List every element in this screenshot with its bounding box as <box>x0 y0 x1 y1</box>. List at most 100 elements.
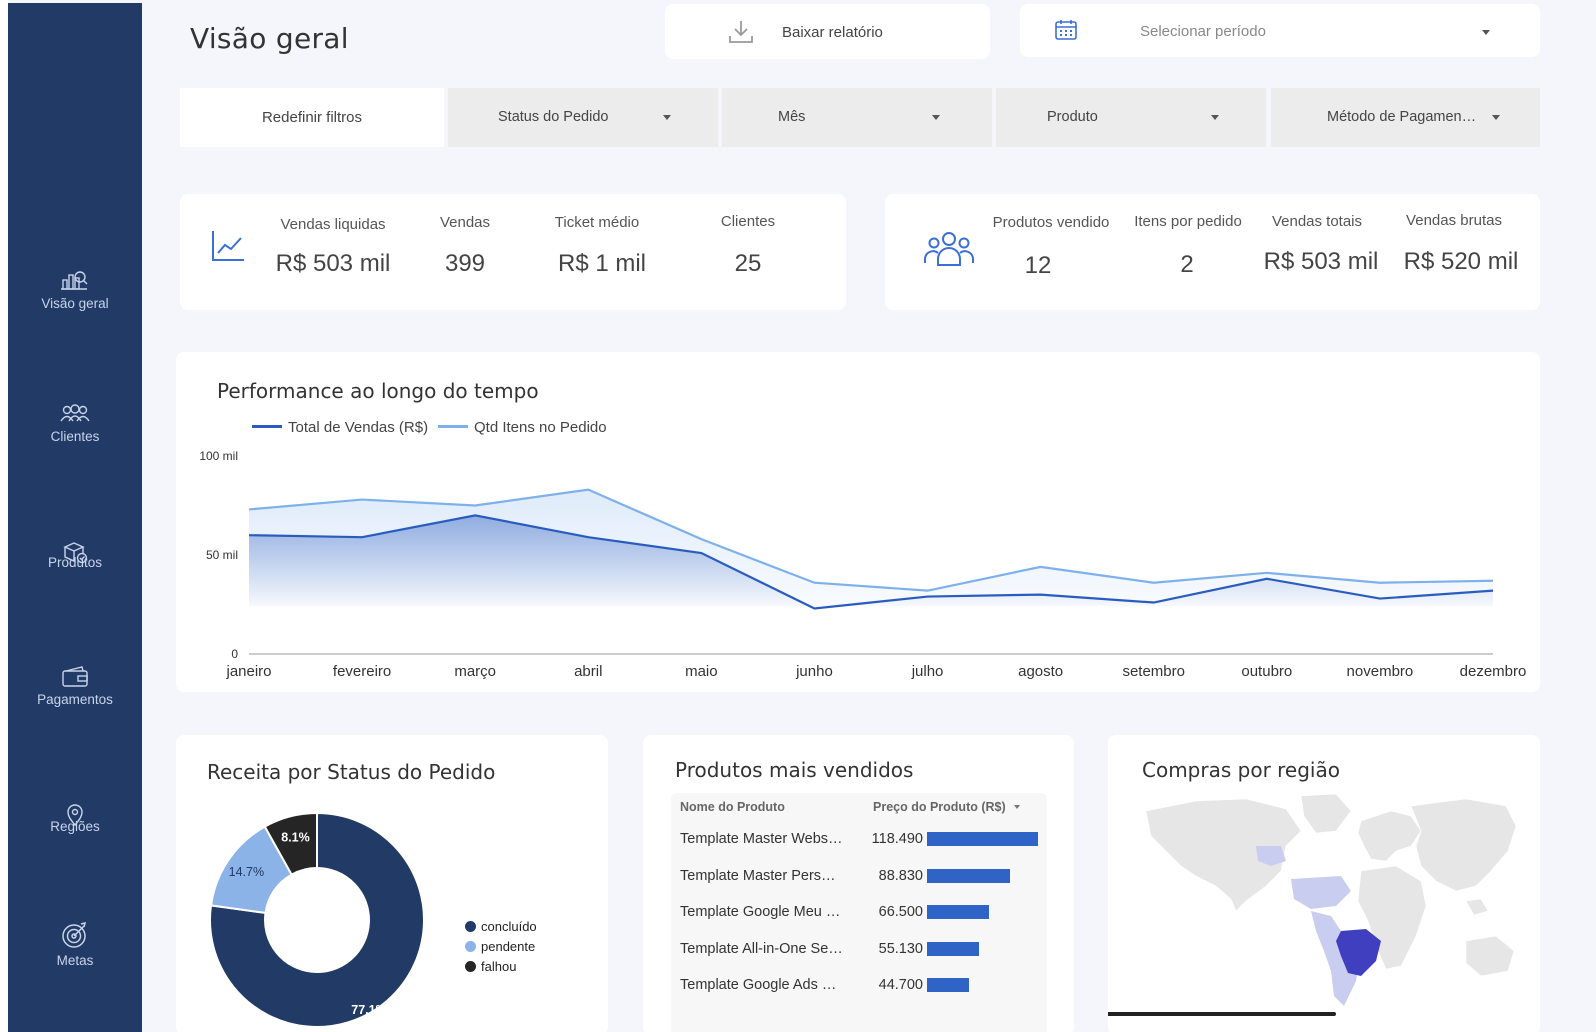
chevron-down-icon <box>1211 115 1219 120</box>
kpi-value: 25 <box>734 250 762 277</box>
column-header-name[interactable]: Nome do Produto <box>680 800 785 814</box>
reset-filters-button[interactable]: Redefinir filtros <box>180 88 444 147</box>
users-icon <box>60 404 90 422</box>
kpi-value: 2 <box>1180 251 1194 278</box>
legend-item-pendente[interactable]: pendente <box>465 939 545 954</box>
chevron-down-icon <box>1492 115 1500 120</box>
filter-label: Status do Pedido <box>498 109 609 125</box>
filter-label: Mês <box>778 109 806 125</box>
kpi-label: Vendas totais <box>1271 213 1363 230</box>
legend-dot <box>465 921 476 932</box>
legend-item-concluido[interactable]: concluído <box>465 919 545 934</box>
product-name: Template Google Meu … <box>680 904 841 920</box>
kpi-card-sales: Vendas liquidas R$ 503 mil Vendas 399 Ti… <box>180 194 846 310</box>
table-row[interactable]: Template Master Pers… 88.830 <box>671 865 1047 889</box>
chevron-down-icon <box>932 115 940 120</box>
kpi-value: R$ 1 mil <box>557 250 647 277</box>
sidebar-item-regioes[interactable]: Regiões <box>8 803 142 834</box>
table-row[interactable]: Template All-in-One Se… 55.130 <box>671 938 1047 962</box>
kpi-label: Vendas liquidas <box>280 216 386 233</box>
date-range-select[interactable]: Selecionar período <box>1020 4 1540 57</box>
y-tick-label: 0 <box>231 647 238 661</box>
product-price: 88.830 <box>878 867 923 884</box>
kpi-value: 12 <box>1024 252 1052 279</box>
y-tick-label: 100 mil <box>199 449 238 463</box>
sidebar: Visão geral Clientes Produtos Pagamentos… <box>8 3 142 1032</box>
filter-produto[interactable]: Produto <box>996 88 1266 147</box>
filter-metodo-pagamento[interactable]: Método de Pagamen… <box>1271 88 1540 147</box>
slice-label: 8.1% <box>281 830 310 844</box>
horizontal-scrollbar[interactable] <box>1108 1012 1336 1016</box>
download-report-button[interactable]: Baixar relatório <box>665 4 990 59</box>
top-products-card: Produtos mais vendidos Nome do Produto P… <box>643 735 1074 1032</box>
x-tick-label: dezembro <box>1460 663 1527 680</box>
price-bar <box>927 868 1011 883</box>
kpi-value: R$ 503 mil <box>1263 248 1379 275</box>
y-tick-label: 50 mil <box>206 548 238 562</box>
filter-label: Método de Pagamen… <box>1327 109 1477 125</box>
x-tick-label: setembro <box>1122 663 1185 680</box>
product-name: Template All-in-One Se… <box>680 940 843 957</box>
legend-label: concluído <box>481 919 537 934</box>
product-price: 118.490 <box>871 831 923 847</box>
products-table: Nome do Produto Preço do Produto (R$) Te… <box>671 793 1047 1032</box>
sidebar-item-label: Clientes <box>50 429 100 444</box>
kpi-label: Clientes <box>720 213 776 230</box>
kpi-label: Itens por pedido <box>1134 213 1242 230</box>
price-bar <box>927 905 990 919</box>
kpi-card-products: Produtos vendido 12 Itens por pedido 2 V… <box>885 194 1540 310</box>
product-price: 44.700 <box>878 977 923 993</box>
legend-item-falhou[interactable]: falhou <box>465 959 545 974</box>
x-tick-label: maio <box>685 663 718 680</box>
price-bar <box>927 941 979 956</box>
download-label: Baixar relatório <box>782 24 883 41</box>
sidebar-item-pagamentos[interactable]: Pagamentos <box>8 666 142 707</box>
sidebar-item-label: Produtos <box>47 555 103 570</box>
download-icon <box>729 21 753 43</box>
x-tick-label: junho <box>795 663 833 680</box>
product-name: Template Master Webs… <box>680 831 843 847</box>
x-tick-label: novembro <box>1347 663 1414 680</box>
sidebar-item-visao-geral[interactable]: Visão geral <box>8 266 142 311</box>
kpi-label: Vendas brutas <box>1406 212 1502 229</box>
kpi-value: 399 <box>444 250 486 277</box>
x-tick-label: janeiro <box>225 663 271 680</box>
table-row[interactable]: Template Google Ads … 44.700 <box>671 974 1047 998</box>
sidebar-item-label: Visão geral <box>41 296 109 311</box>
product-price: 55.130 <box>878 940 923 957</box>
filter-status-do-pedido[interactable]: Status do Pedido <box>448 88 718 147</box>
world-map[interactable] <box>1136 791 1516 1011</box>
window-edge <box>0 0 8 1032</box>
legend-label: falhou <box>481 959 517 974</box>
sidebar-item-metas[interactable]: Metas <box>8 921 142 968</box>
line-chart-icon <box>212 231 244 261</box>
kpi-value: R$ 503 mil <box>275 250 391 277</box>
wallet-icon <box>62 666 88 687</box>
top-products-title: Produtos mais vendidos <box>675 758 914 782</box>
users-group-icon <box>924 232 974 266</box>
table-row[interactable]: Template Google Meu … 66.500 <box>671 901 1047 925</box>
chevron-down-icon <box>663 115 671 120</box>
performance-line-chart: 0 50 mil 100 mil janeiro fevereiro março abril… <box>199 449 1527 680</box>
slice-label: 77.1% <box>351 1003 386 1017</box>
status-revenue-card: Receita por Status do Pedido 77.1% 14.7% 8… <box>176 735 608 1032</box>
legend-dot <box>465 941 476 952</box>
filter-mes[interactable]: Mês <box>722 88 992 147</box>
column-header-price[interactable]: Preço do Produto (R$) <box>873 800 1020 814</box>
product-name: Template Google Ads … <box>680 977 837 993</box>
x-tick-label: julho <box>911 663 944 680</box>
region-map-card: Compras por região <box>1108 735 1540 1032</box>
x-tick-label: março <box>454 663 496 680</box>
region-title: Compras por região <box>1142 758 1340 782</box>
x-tick-label: fevereiro <box>333 663 391 680</box>
legend-label: pendente <box>481 939 536 954</box>
date-placeholder: Selecionar período <box>1140 23 1266 40</box>
sidebar-item-clientes[interactable]: Clientes <box>8 403 142 444</box>
performance-card: Performance ao longo do tempo Total de V… <box>176 352 1540 692</box>
product-price: 66.500 <box>878 904 923 920</box>
kpi-value: R$ 520 mil <box>1403 248 1519 275</box>
sidebar-item-produtos[interactable]: Produtos <box>8 541 142 570</box>
x-tick-label: agosto <box>1018 663 1063 680</box>
x-tick-label: abril <box>574 663 602 680</box>
table-row[interactable]: Template Master Webs… 118.490 <box>671 828 1047 852</box>
